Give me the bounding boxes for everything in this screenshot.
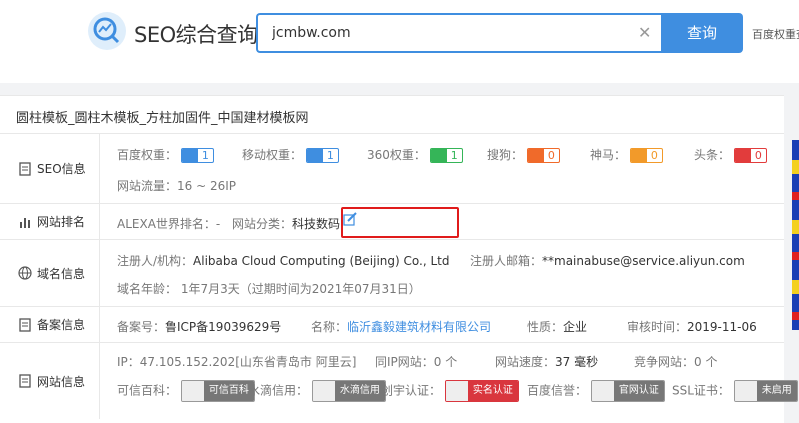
site-title: 圆柱模板_圆柱木模板_方柱加固件_中国建材模板网 [16, 111, 309, 126]
ssl: SSL证书： 未启用 [672, 380, 798, 402]
edit-icon[interactable] [343, 212, 357, 226]
ip-info: IP：47.105.152.202[山东省青岛市 阿里云] [117, 355, 357, 369]
site-label: 网站信息 [0, 343, 100, 419]
chuangyu-badge[interactable]: 实名认证 [444, 380, 519, 402]
side-ad-banner[interactable] [792, 140, 799, 330]
mobile-weight: 移动权重： 1 [242, 146, 339, 163]
logo-icon [88, 12, 126, 50]
baidu-xinyu-badge[interactable]: 官网认证 [590, 380, 665, 402]
document-icon [19, 161, 31, 176]
alexa-rank: ALEXA世界排名：- [117, 217, 221, 231]
compete-sites: 竞争网站：0 个 [634, 355, 718, 369]
drop-icon [312, 381, 335, 401]
baidu-weight-link[interactable]: 百度权重查 [752, 26, 799, 42]
baidu-weight: 百度权重： 1 [117, 146, 214, 163]
site-category: 网站分类：科技数码 [232, 217, 341, 231]
kexin-icon [181, 381, 204, 401]
paw-icon [181, 149, 198, 162]
kexin-badge[interactable]: 可信百科 [180, 380, 255, 402]
globe-icon [18, 266, 32, 280]
document-icon [19, 317, 31, 332]
bar-chart-icon [20, 217, 30, 228]
toutiao-weight-badge[interactable]: 0 [733, 148, 767, 163]
paw-icon [306, 149, 323, 162]
beian-section: 备案信息 备案号：鲁ICP备19039629号 名称：临沂鑫毅建筑材料有限公司 … [0, 307, 784, 343]
beian-name: 名称：临沂鑫毅建筑材料有限公司 [311, 320, 492, 334]
beian-nature: 性质：企业 [527, 320, 588, 334]
search-box[interactable]: ✕ [256, 13, 662, 53]
registrant: 注册人/机构：Alibaba Cloud Computing (Beijing)… [117, 254, 450, 268]
list-icon [19, 374, 31, 388]
sogou-icon [527, 149, 544, 162]
360-weight-badge[interactable]: 1 [429, 148, 463, 163]
shuidi: 水滴信用： 水滴信用 [248, 380, 386, 402]
baidu-xinyu: 百度信誉： 官网认证 [527, 380, 665, 402]
toutiao-icon [734, 149, 751, 162]
shield-icon [445, 381, 468, 401]
toutiao-weight: 头条： 0 [694, 146, 767, 163]
search-button[interactable]: 查询 [661, 13, 743, 53]
shenma-weight: 神马： 0 [590, 146, 663, 163]
beian-label: 备案信息 [0, 307, 100, 342]
seo-section: SEO信息 百度权重： 1 移动权重： 1 360权重： 1 搜狗： 0 神马：… [0, 134, 784, 204]
clear-icon[interactable]: ✕ [638, 23, 651, 42]
traffic: 网站流量：16 ~ 26IP [117, 179, 236, 193]
shenma-weight-badge[interactable]: 0 [629, 148, 663, 163]
logo-text: SEO综合查询 [134, 23, 258, 47]
rank-label: 网站排名 [0, 204, 100, 239]
ssl-badge[interactable]: 未启用 [733, 380, 798, 402]
site-speed: 网站速度：37 毫秒 [495, 355, 599, 369]
domain-age: 域名年龄： 1年7月3天（过期时间为2021年07月31日） [117, 282, 421, 296]
mobile-weight-badge[interactable]: 1 [305, 148, 339, 163]
same-ip: 同IP网站：0 个 [375, 355, 458, 369]
shuidi-badge[interactable]: 水滴信用 [311, 380, 386, 402]
sogou-weight-badge[interactable]: 0 [526, 148, 560, 163]
seo-label: SEO信息 [0, 134, 100, 203]
360-weight: 360权重： 1 [367, 146, 463, 163]
search-input[interactable] [272, 25, 612, 41]
rank-section: 网站排名 ALEXA世界排名：- 网站分类：科技数码 [0, 204, 784, 240]
360-icon [430, 149, 447, 162]
domain-section: 域名信息 注册人/机构：Alibaba Cloud Computing (Bei… [0, 240, 784, 307]
registrant-email: 注册人邮箱：**mainabuse@service.aliyun.com [470, 254, 745, 268]
lock-icon [734, 381, 757, 401]
baidu-weight-badge[interactable]: 1 [180, 148, 214, 163]
sogou-weight: 搜狗： 0 [487, 146, 560, 163]
beian-number: 备案号：鲁ICP备19039629号 [117, 320, 282, 334]
beian-audit: 审核时间：2019-11-06 [627, 320, 757, 334]
shenma-icon [630, 149, 647, 162]
chuangyu: 创宇认证： 实名认证 [381, 380, 519, 402]
domain-label: 域名信息 [0, 240, 100, 306]
main-panel: 圆柱模板_圆柱木模板_方柱加固件_中国建材模板网 SEO信息 百度权重： 1 移… [0, 95, 798, 423]
seo-body: 百度权重： 1 移动权重： 1 360权重： 1 搜狗： 0 神马： 0 头条：… [117, 134, 774, 203]
site-section: 网站信息 IP：47.105.152.202[山东省青岛市 阿里云] 同IP网站… [0, 343, 798, 419]
kexin: 可信百科： 可信百科 [117, 380, 255, 402]
category-highlight [341, 207, 459, 238]
paw-icon [591, 381, 614, 401]
top-bar: SEO综合查询 ✕ 查询 百度权重查 [0, 0, 799, 83]
